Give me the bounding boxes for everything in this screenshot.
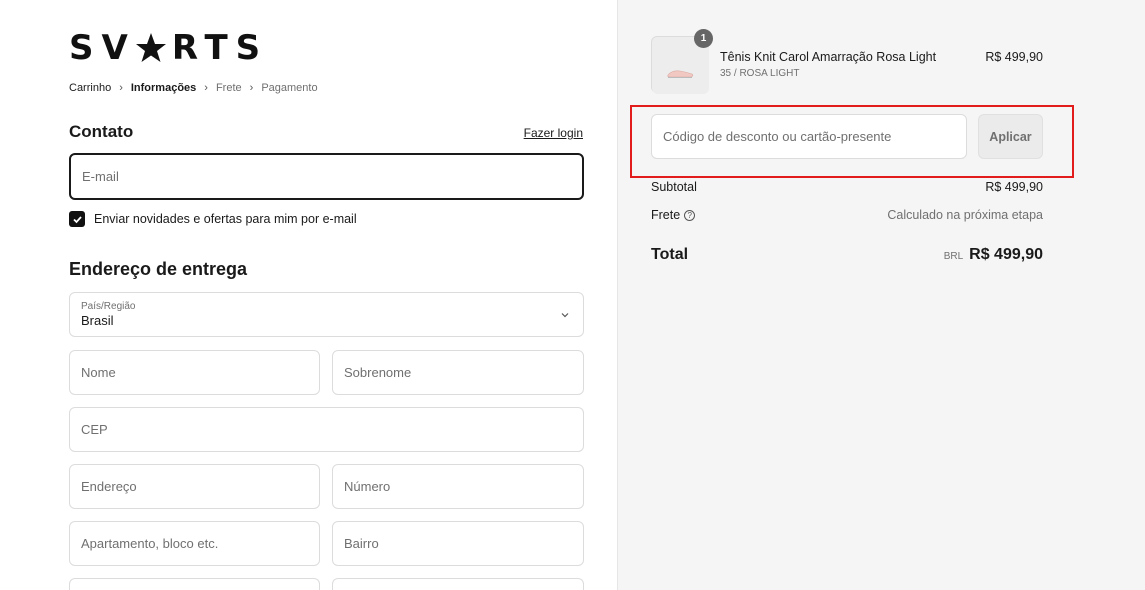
country-label: País/Região — [81, 300, 136, 312]
shipping-value: Calculado na próxima etapa — [887, 208, 1043, 222]
apartment-field[interactable]: Apartamento, bloco etc. — [69, 521, 320, 566]
apartment-placeholder: Apartamento, bloco etc. — [81, 536, 219, 551]
street-field[interactable]: Endereço — [69, 464, 320, 509]
chevron-right-icon: › — [249, 82, 254, 94]
product-thumbnail: 1 — [651, 29, 713, 94]
number-placeholder: Número — [344, 479, 391, 494]
checkout-form-panel: SV RTS Carrinho › Informações › Frete › … — [0, 0, 617, 590]
email-field[interactable]: E-mail — [69, 153, 584, 200]
country-value: Brasil — [81, 312, 114, 328]
newsletter-label: Enviar novidades e ofertas para mim por … — [94, 212, 357, 226]
highlight-box — [630, 105, 1074, 178]
total-currency: BRL — [943, 251, 964, 262]
first-name-placeholder: Nome — [81, 365, 116, 380]
country-select[interactable]: País/Região Brasil — [69, 292, 584, 337]
city-field[interactable] — [69, 578, 320, 590]
chevron-right-icon: › — [204, 82, 208, 94]
last-name-field[interactable]: Sobrenome — [332, 350, 584, 395]
number-field[interactable]: Número — [332, 464, 584, 509]
product-name: Tênis Knit Carol Amarração Rosa Light — [720, 50, 937, 64]
quantity-badge: 1 — [694, 29, 713, 48]
contact-heading: Contato — [69, 122, 134, 141]
logo-text-left: SV — [69, 28, 136, 68]
chevron-down-icon — [561, 313, 569, 318]
newsletter-option: Enviar novidades e ofertas para mim por … — [69, 211, 357, 227]
login-link[interactable]: Fazer login — [524, 126, 583, 140]
breadcrumb-information: Informações — [130, 82, 197, 94]
total-row: Total BRL R$ 499,90 — [651, 246, 1043, 264]
first-name-field[interactable]: Nome — [69, 350, 320, 395]
subtotal-label: Subtotal — [651, 180, 697, 194]
total-label: Total — [651, 246, 689, 263]
subtotal-value: R$ 499,90 — [985, 180, 1043, 194]
neighborhood-placeholder: Bairro — [344, 536, 379, 551]
newsletter-checkbox[interactable] — [69, 211, 85, 227]
last-name-placeholder: Sobrenome — [344, 365, 412, 380]
street-placeholder: Endereço — [81, 479, 137, 494]
total-value: R$ 499,90 — [969, 246, 1043, 263]
breadcrumb: Carrinho › Informações › Frete › Pagamen… — [69, 82, 318, 94]
product-variant: 35 / ROSA LIGHT — [720, 68, 800, 79]
neighborhood-field[interactable]: Bairro — [332, 521, 584, 566]
breadcrumb-cart[interactable]: Carrinho — [69, 82, 111, 94]
chevron-right-icon: › — [119, 82, 123, 94]
subtotal-row: Subtotal R$ 499,90 — [651, 180, 1043, 194]
cep-field[interactable]: CEP — [69, 407, 584, 452]
info-icon[interactable]: ? — [684, 210, 696, 222]
shipping-label: Frete — [651, 208, 681, 222]
state-field[interactable] — [332, 578, 584, 590]
email-placeholder: E-mail — [82, 169, 119, 184]
star-icon — [135, 33, 166, 62]
shipping-row: Frete? Calculado na próxima etapa — [651, 208, 1043, 222]
checkmark-icon — [72, 215, 82, 223]
breadcrumb-shipping: Frete — [215, 82, 242, 94]
store-logo[interactable]: SV RTS — [69, 28, 268, 68]
logo-text-right: RTS — [171, 28, 269, 68]
product-price: R$ 499,90 — [985, 50, 1043, 64]
breadcrumb-payment: Pagamento — [261, 82, 318, 94]
cep-placeholder: CEP — [81, 422, 108, 437]
shipping-address-heading: Endereço de entrega — [69, 259, 248, 279]
